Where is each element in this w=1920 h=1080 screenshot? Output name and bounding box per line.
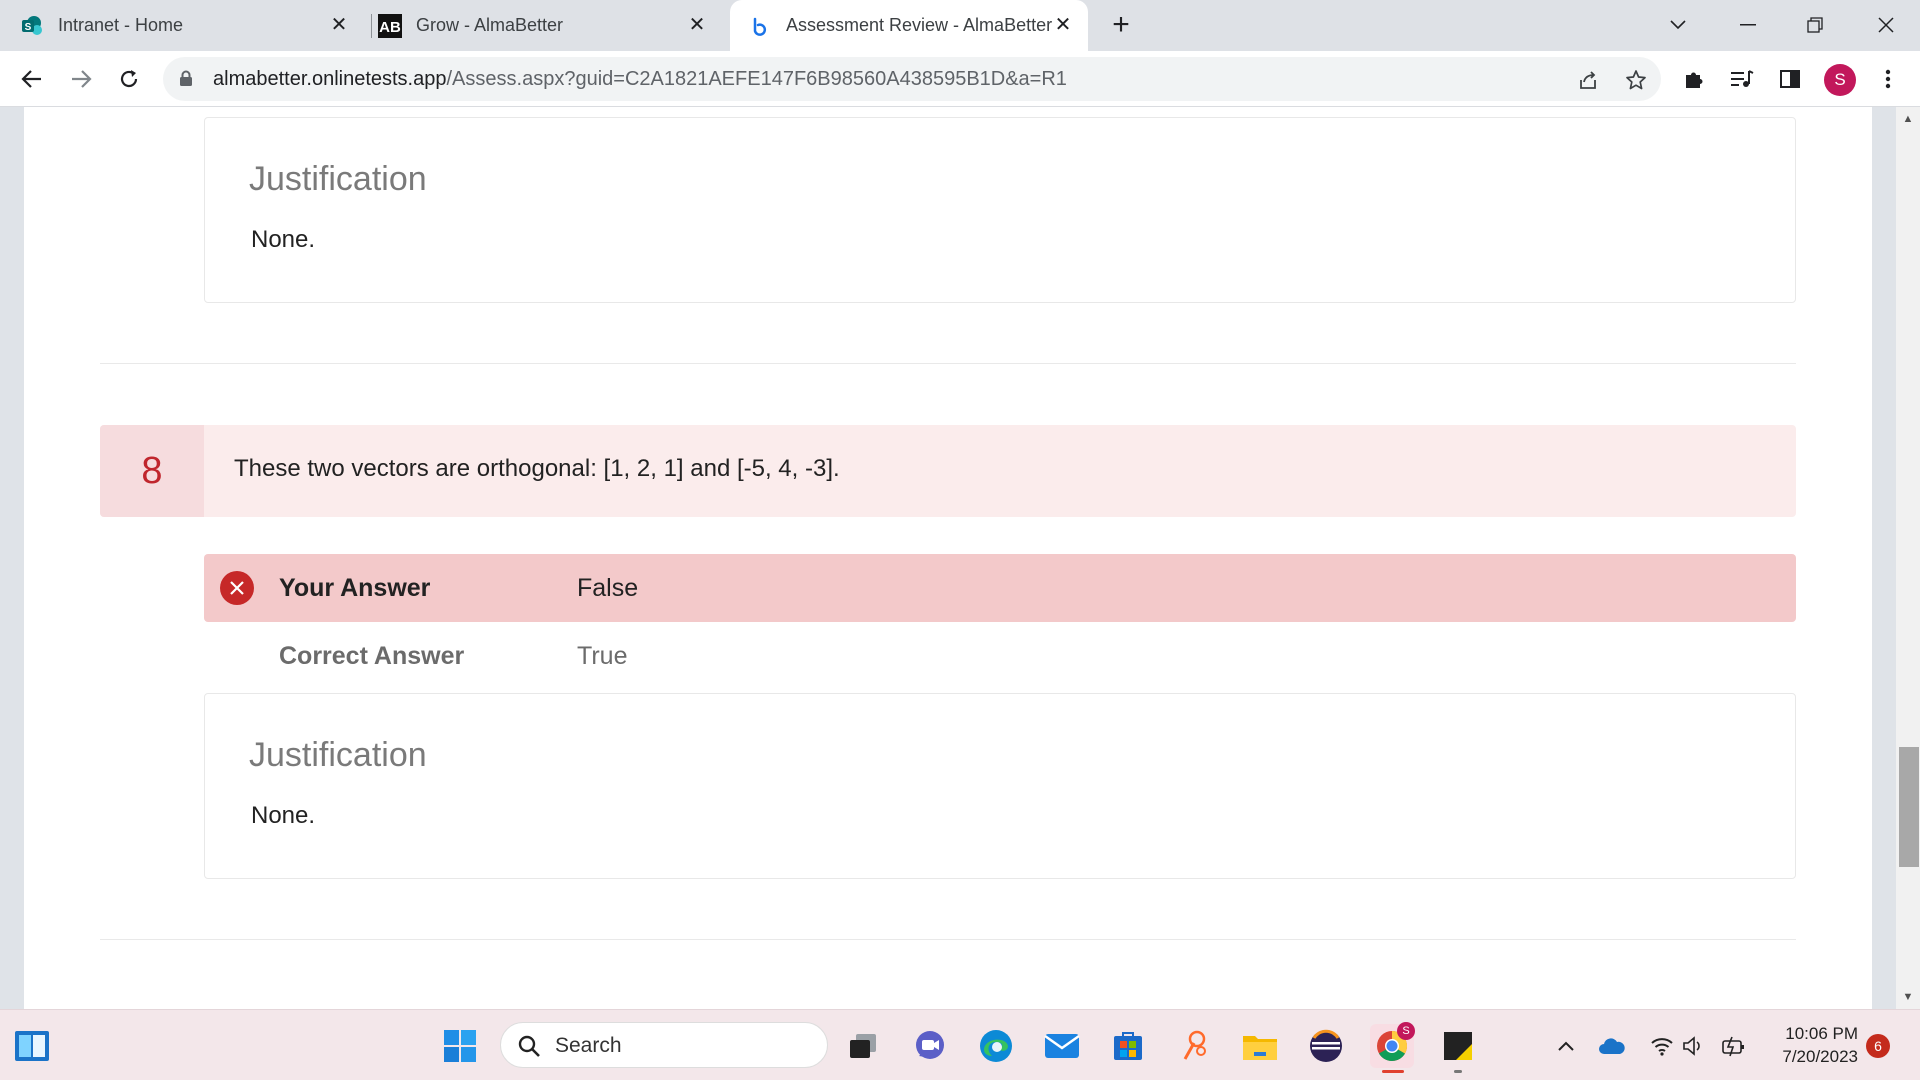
lock-icon[interactable] <box>179 70 193 92</box>
question-header: 8 These two vectors are orthogonal: [1, … <box>100 425 1796 517</box>
active-app-indicator <box>1382 1070 1404 1073</box>
chrome-icon[interactable]: S <box>1370 1022 1415 1073</box>
restore-icon[interactable] <box>1797 8 1833 42</box>
tab-title: Intranet - Home <box>58 15 184 35</box>
sticky-notes-icon[interactable] <box>1436 1024 1480 1073</box>
tab-separator <box>371 14 372 38</box>
correct-answer-value: True <box>577 642 628 670</box>
question-divider <box>100 363 1796 364</box>
scrollbar-thumb[interactable] <box>1899 747 1919 867</box>
postman-flow-icon[interactable] <box>1172 1024 1216 1068</box>
back-arrow-icon[interactable] <box>16 63 48 95</box>
side-panel-icon[interactable] <box>1774 63 1806 95</box>
tab-assessment-review[interactable]: Assessment Review - AlmaBetter ✕ <box>730 0 1088 51</box>
eclipse-ide-icon[interactable] <box>1304 1024 1348 1068</box>
windows-taskbar: Search S 10:06 PM 7/20/2023 6 <box>0 1009 1920 1080</box>
task-view-icon[interactable] <box>841 1024 885 1068</box>
microsoft-store-icon[interactable] <box>1106 1024 1150 1068</box>
page-scrollbar[interactable]: ▲ ▼ <box>1896 107 1920 1009</box>
justification-body: None. <box>251 802 316 829</box>
close-tab-icon[interactable]: ✕ <box>686 14 708 36</box>
close-window-icon[interactable] <box>1868 8 1904 42</box>
correct-answer-label: Correct Answer <box>279 642 465 670</box>
your-answer-row: Your Answer False <box>204 554 1796 622</box>
edge-browser-icon[interactable] <box>974 1024 1018 1068</box>
teams-chat-icon[interactable] <box>908 1024 952 1068</box>
svg-text:S: S <box>25 22 32 33</box>
profile-avatar[interactable]: S <box>1824 64 1856 96</box>
bookmark-star-icon[interactable] <box>1623 67 1649 93</box>
url-path: /Assess.aspx?guid=C2A1821AEFE147F6B98560… <box>446 68 1067 90</box>
url-host: almabetter.onlinetests.app <box>213 68 447 90</box>
close-tab-icon[interactable]: ✕ <box>1052 14 1074 36</box>
almabetter-ab-icon: AB <box>378 13 402 38</box>
justification-card: Justification None. <box>204 117 1796 303</box>
forward-arrow-icon[interactable] <box>65 63 97 95</box>
browser-toolbar: almabetter.onlinetests.app/Assess.aspx?g… <box>0 51 1920 107</box>
notification-badge[interactable]: 6 <box>1866 1034 1890 1058</box>
incorrect-x-icon <box>220 571 254 605</box>
justification-body: None. <box>251 226 316 253</box>
media-control-icon[interactable] <box>1726 63 1758 95</box>
svg-text:AB: AB <box>379 19 401 36</box>
url-text[interactable]: almabetter.onlinetests.app/Assess.aspx?g… <box>213 68 1067 91</box>
extensions-puzzle-icon[interactable] <box>1678 63 1710 95</box>
your-answer-value: False <box>577 574 639 602</box>
windows-start-icon[interactable] <box>438 1024 482 1068</box>
more-menu-icon[interactable] <box>1872 63 1904 95</box>
browser-tabstrip: S Intranet - Home ✕ AB Grow - AlmaBetter… <box>0 0 1920 51</box>
search-icon <box>517 1034 541 1063</box>
justification-title: Justification <box>249 736 427 774</box>
tab-title: Grow - AlmaBetter <box>416 15 564 35</box>
tab-search-icon[interactable] <box>1660 8 1696 42</box>
your-answer-label: Your Answer <box>279 574 431 602</box>
justification-title: Justification <box>249 160 427 198</box>
search-placeholder: Search <box>555 1034 622 1057</box>
battery-charging-icon[interactable] <box>1720 1032 1748 1060</box>
show-hidden-icons-chevron-icon[interactable] <box>1552 1032 1580 1060</box>
sharepoint-icon: S <box>20 14 44 38</box>
justification-card: Justification None. <box>204 693 1796 879</box>
share-icon[interactable] <box>1575 67 1601 93</box>
wifi-icon[interactable] <box>1648 1032 1676 1060</box>
question-divider <box>100 939 1796 940</box>
widgets-icon[interactable] <box>10 1024 54 1068</box>
question-text: These two vectors are orthogonal: [1, 2,… <box>234 455 840 482</box>
tab-title: Assessment Review - AlmaBetter <box>786 15 1053 35</box>
page-viewport: Justification None. 8 These two vectors … <box>0 107 1920 1009</box>
question-number: 8 <box>100 425 204 517</box>
clock-date: 7/20/2023 <box>1782 1047 1858 1066</box>
correct-answer-row: Correct Answer True <box>204 622 1796 690</box>
scroll-down-arrow-icon[interactable]: ▼ <box>1902 991 1914 1003</box>
onedrive-cloud-icon[interactable] <box>1598 1032 1626 1060</box>
new-tab-button[interactable]: + <box>1106 10 1136 41</box>
reload-icon[interactable] <box>113 63 145 95</box>
scroll-up-arrow-icon[interactable]: ▲ <box>1902 113 1914 125</box>
volume-icon[interactable] <box>1680 1032 1708 1060</box>
chrome-profile-badge: S <box>1397 1022 1415 1040</box>
clock-time: 10:06 PM <box>1785 1024 1858 1043</box>
tab-intranet-home[interactable]: S Intranet - Home ✕ <box>20 0 364 51</box>
file-explorer-icon[interactable] <box>1238 1024 1282 1068</box>
system-clock[interactable]: 10:06 PM 7/20/2023 <box>1758 1022 1858 1068</box>
mail-icon[interactable] <box>1040 1024 1084 1068</box>
assessment-page: Justification None. 8 These two vectors … <box>24 107 1872 1009</box>
minimize-icon[interactable] <box>1730 8 1766 42</box>
address-bar[interactable]: almabetter.onlinetests.app/Assess.aspx?g… <box>163 57 1661 101</box>
close-tab-icon[interactable]: ✕ <box>328 14 350 36</box>
loading-icon <box>748 14 772 38</box>
running-app-indicator <box>1454 1070 1462 1073</box>
taskbar-search[interactable]: Search <box>500 1022 828 1068</box>
tab-grow-almabetter[interactable]: AB Grow - AlmaBetter ✕ <box>378 0 722 51</box>
